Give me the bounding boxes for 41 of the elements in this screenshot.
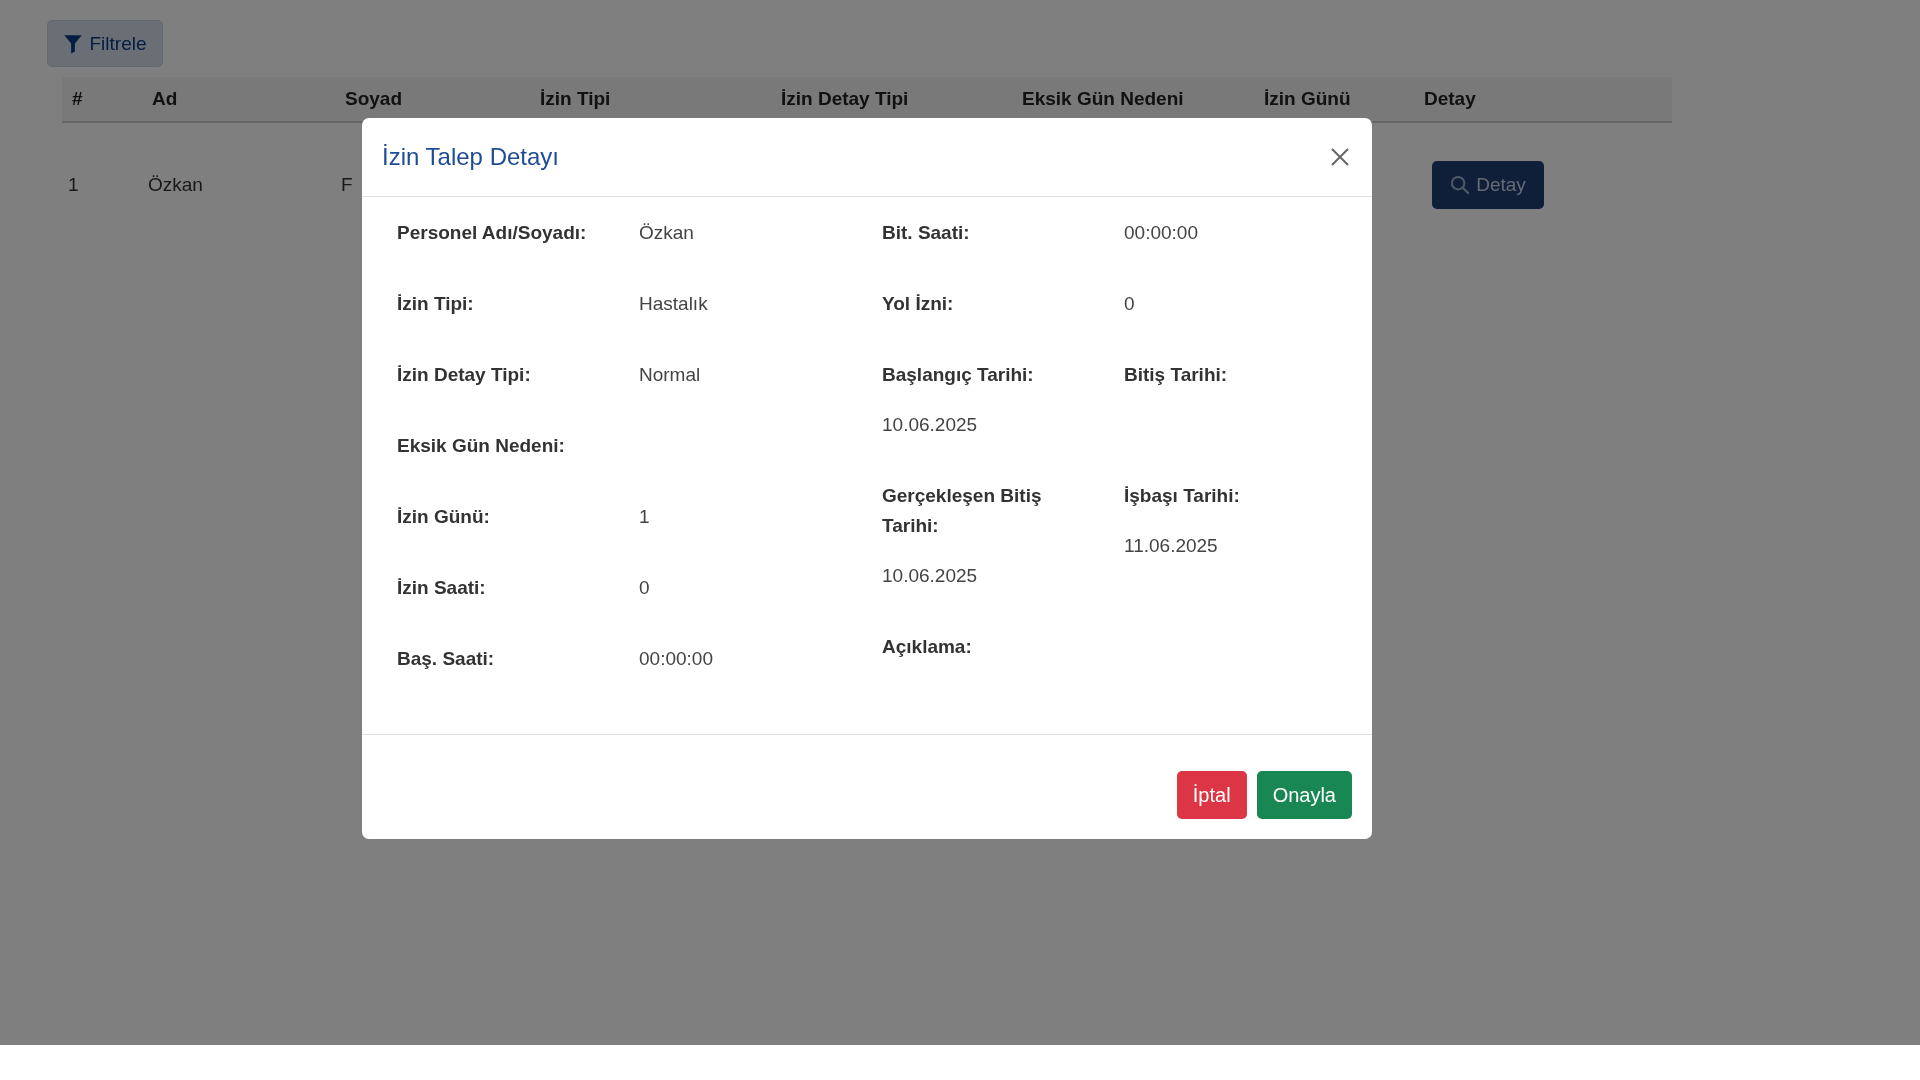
field-value: 11.06.2025: [1124, 534, 1218, 558]
field-label: Personel Adı/Soyadı:: [397, 220, 588, 245]
field-value: 10.06.2025: [882, 413, 978, 437]
column-header: Detay: [1414, 77, 1672, 122]
column-header: İzin Günü: [1254, 77, 1414, 122]
table-cell: 1: [68, 174, 79, 195]
field-label: İzin Günü:: [397, 504, 491, 529]
column-header: #: [62, 77, 142, 122]
field-label: Bit. Saati:: [882, 220, 971, 245]
table-cell: F: [341, 174, 353, 195]
field-value: 10.06.2025: [882, 564, 978, 588]
field-value: 0: [639, 575, 650, 600]
field-label: İşbaşı Tarihi:: [1124, 484, 1241, 508]
field-value: 1: [639, 504, 650, 529]
column-header: Soyad: [335, 77, 530, 122]
approve-button[interactable]: Onayla: [1256, 771, 1352, 819]
field-label: Gerçekleşen Bitiş Tarihi:: [882, 484, 1043, 538]
close-icon[interactable]: [1330, 147, 1350, 167]
field-label: Bitiş Tarihi:: [1124, 363, 1229, 387]
field-label: Baş. Saati:: [397, 646, 496, 671]
field-label: İzin Saati:: [397, 575, 487, 600]
modal-title: İzin Talep Detayı: [382, 143, 559, 171]
field-label: Açıklama:: [882, 635, 973, 659]
filter-icon: [63, 33, 84, 54]
column-header: Ad: [142, 77, 335, 122]
field-value: Hastalık: [639, 291, 708, 316]
field-value: 00:00:00: [639, 646, 713, 671]
field-label: İzin Tipi:: [397, 291, 475, 316]
field-label: İzin Detay Tipi:: [397, 362, 532, 387]
field-value: Özkan: [639, 220, 694, 245]
field-label: Eksik Gün Nedeni:: [397, 433, 566, 458]
field-value: 0: [1124, 291, 1135, 316]
field-label: Yol İzni:: [882, 291, 955, 316]
field-value: 00:00:00: [1124, 220, 1198, 245]
field-label: Başlangıç Tarihi:: [882, 363, 1035, 387]
table-cell: Özkan: [148, 174, 203, 195]
field-value: Normal: [639, 362, 701, 387]
filter-button[interactable]: Filtrele: [47, 20, 163, 67]
cancel-button[interactable]: İptal: [1176, 771, 1247, 819]
detail-button[interactable]: Detay: [1432, 161, 1544, 209]
search-icon: [1450, 175, 1471, 195]
